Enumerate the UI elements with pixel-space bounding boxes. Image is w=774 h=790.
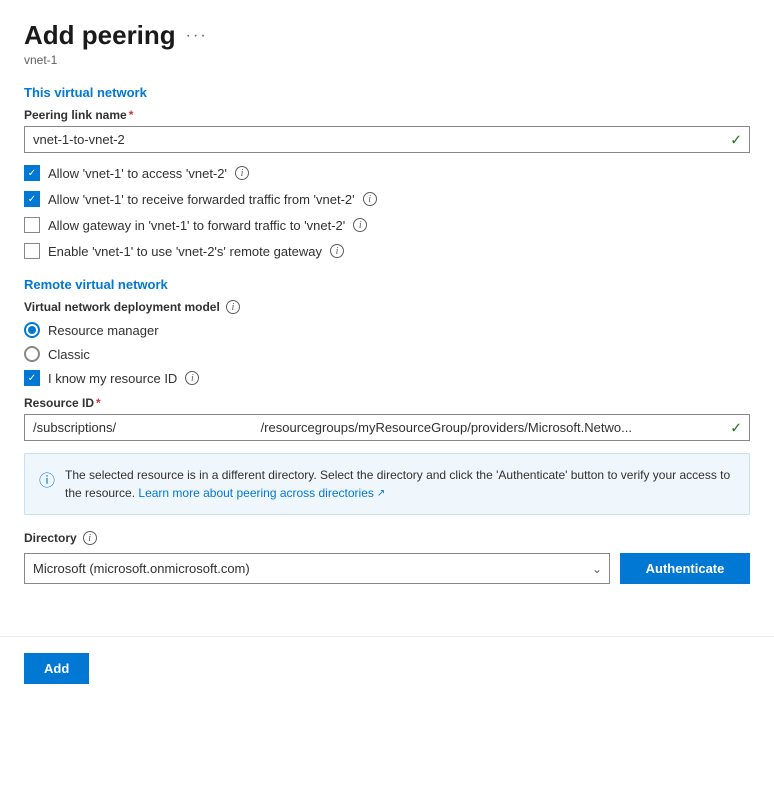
resource-id-input[interactable] (24, 414, 750, 441)
checkbox-2[interactable] (24, 191, 40, 207)
title-text: Add peering (24, 20, 176, 51)
checkbox-1-info-icon[interactable]: i (235, 166, 249, 180)
deployment-model-label-row: Virtual network deployment model i (24, 300, 750, 314)
resource-id-label: Resource ID* (24, 396, 750, 410)
resource-id-valid-icon: ✓ (730, 419, 742, 436)
deployment-model-info-icon[interactable]: i (226, 300, 240, 314)
radio-1-label: Resource manager (48, 323, 159, 338)
checkbox-3[interactable] (24, 217, 40, 233)
deployment-model-label: Virtual network deployment model (24, 300, 220, 314)
remote-vnet-section-title: Remote virtual network (24, 277, 750, 292)
info-box-icon: ⓘ (39, 467, 55, 502)
radio-resource-manager[interactable]: Resource manager (24, 322, 750, 338)
page-title: Add peering ··· (24, 20, 208, 51)
directory-label-row: Directory i (24, 531, 750, 545)
checkbox-4-info-icon[interactable]: i (330, 244, 344, 258)
checkbox-1-label: Allow 'vnet-1' to access 'vnet-2' (48, 166, 227, 181)
info-box: ⓘ The selected resource is in a differen… (24, 453, 750, 515)
this-vnet-section-title: This virtual network (24, 85, 750, 100)
header-ellipsis[interactable]: ··· (186, 27, 208, 45)
checkbox-1[interactable] (24, 165, 40, 181)
info-box-text: The selected resource is in a different … (65, 466, 735, 502)
directory-select-wrapper: Microsoft (microsoft.onmicrosoft.com) ⌄ (24, 553, 610, 584)
checkbox-know-resource-id-row[interactable]: I know my resource ID i (24, 370, 750, 386)
info-box-link[interactable]: Learn more about peering across director… (138, 484, 385, 502)
input-valid-icon: ✓ (730, 131, 742, 148)
resource-id-required-star: * (96, 396, 101, 410)
peering-link-input-wrapper: ✓ (24, 126, 750, 153)
directory-info-icon[interactable]: i (83, 531, 97, 545)
checkbox-know-resource-id[interactable] (24, 370, 40, 386)
checkbox-4[interactable] (24, 243, 40, 259)
checkbox-3-label: Allow gateway in 'vnet-1' to forward tra… (48, 218, 345, 233)
know-resource-id-info-icon[interactable]: i (185, 371, 199, 385)
directory-section: Directory i Microsoft (microsoft.onmicro… (24, 531, 750, 584)
directory-field-row: Microsoft (microsoft.onmicrosoft.com) ⌄ … (24, 553, 750, 584)
bottom-bar: Add (0, 636, 774, 700)
external-link-icon: ↗ (377, 486, 385, 501)
checkbox-remote-gateway[interactable]: Enable 'vnet-1' to use 'vnet-2's' remote… (24, 243, 750, 259)
radio-2[interactable] (24, 346, 40, 362)
add-button[interactable]: Add (24, 653, 89, 684)
resource-id-input-wrapper: ✓ (24, 414, 750, 441)
checkbox-know-resource-id-label: I know my resource ID (48, 371, 177, 386)
directory-label: Directory (24, 531, 77, 545)
authenticate-button[interactable]: Authenticate (620, 553, 750, 584)
checkbox-2-info-icon[interactable]: i (363, 192, 377, 206)
radio-classic[interactable]: Classic (24, 346, 750, 362)
peering-link-label: Peering link name* (24, 108, 750, 122)
checkbox-forwarded-traffic[interactable]: Allow 'vnet-1' to receive forwarded traf… (24, 191, 750, 207)
radio-1[interactable] (24, 322, 40, 338)
page-subtitle: vnet-1 (24, 53, 750, 67)
peering-link-input[interactable] (24, 126, 750, 153)
info-box-link-text: Learn more about peering across director… (138, 484, 373, 502)
checkbox-2-label: Allow 'vnet-1' to receive forwarded traf… (48, 192, 355, 207)
checkbox-4-label: Enable 'vnet-1' to use 'vnet-2's' remote… (48, 244, 322, 259)
required-star: * (129, 108, 134, 122)
checkbox-gateway-forward[interactable]: Allow gateway in 'vnet-1' to forward tra… (24, 217, 750, 233)
checkbox-3-info-icon[interactable]: i (353, 218, 367, 232)
checkbox-allow-access[interactable]: Allow 'vnet-1' to access 'vnet-2' i (24, 165, 750, 181)
directory-select[interactable]: Microsoft (microsoft.onmicrosoft.com) (24, 553, 610, 584)
radio-2-label: Classic (48, 347, 90, 362)
